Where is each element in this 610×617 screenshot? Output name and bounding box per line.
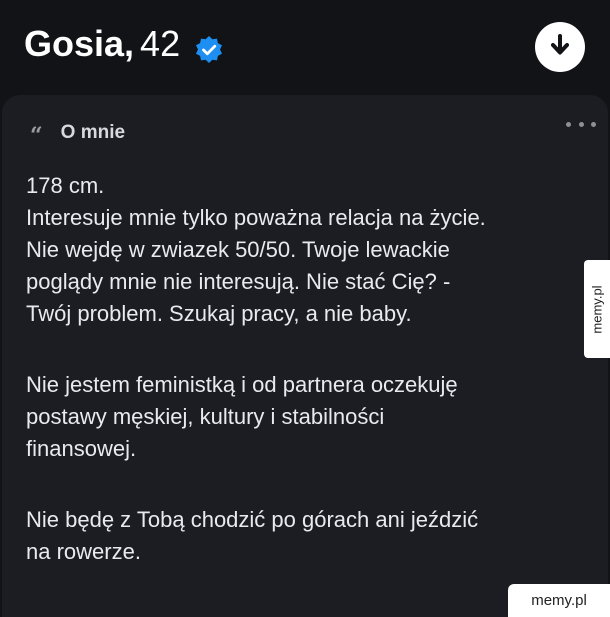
- side-watermark-text: memy.pl: [589, 284, 605, 334]
- profile-name: Gosia,: [24, 23, 135, 64]
- profile-age: 42: [140, 23, 181, 64]
- profile-header: Gosia, 42: [0, 0, 610, 88]
- about-heading: “ O mnie: [30, 122, 126, 149]
- side-watermark: memy.pl: [584, 260, 610, 358]
- profile-title: Gosia, 42: [24, 20, 224, 68]
- verified-badge-icon: [194, 29, 224, 63]
- quote-icon: “: [30, 123, 43, 149]
- scroll-down-button[interactable]: [535, 22, 585, 72]
- corner-watermark: memy.pl: [508, 584, 610, 617]
- bio-line: Twój problem. Szukaj pracy, a nie baby.: [26, 301, 412, 326]
- about-heading-label: O mnie: [60, 122, 126, 143]
- bio-line: 178 cm.: [26, 173, 105, 198]
- bio-line: na rowerze.: [26, 539, 141, 564]
- bio-line: finansowej.: [26, 436, 137, 461]
- arrow-down-icon: [549, 33, 571, 62]
- more-horizontal-icon: [566, 121, 571, 127]
- bio-line: Nie będę z Tobą chodzić po górach ani je…: [26, 507, 479, 532]
- profile-screen: Gosia, 42 “ O mnie 178 cm. Interesuje mn…: [0, 0, 610, 617]
- bio-line: Nie wejdę w zwiazek 50/50. Twoje lewacki…: [26, 237, 450, 262]
- bio-line: Interesuje mnie tylko poważna relacja na…: [26, 205, 486, 230]
- bio-line: postawy męskiej, kultury i stabilności: [26, 404, 385, 429]
- more-options-button[interactable]: [566, 117, 596, 131]
- bio-line: poglądy mnie nie interesują. Nie stać Ci…: [26, 269, 451, 294]
- corner-watermark-text: memy.pl: [531, 592, 587, 609]
- about-text: 178 cm. Interesuje mnie tylko poważna re…: [26, 170, 586, 568]
- bio-line: Nie jestem feministką i od partnera ocze…: [26, 372, 458, 397]
